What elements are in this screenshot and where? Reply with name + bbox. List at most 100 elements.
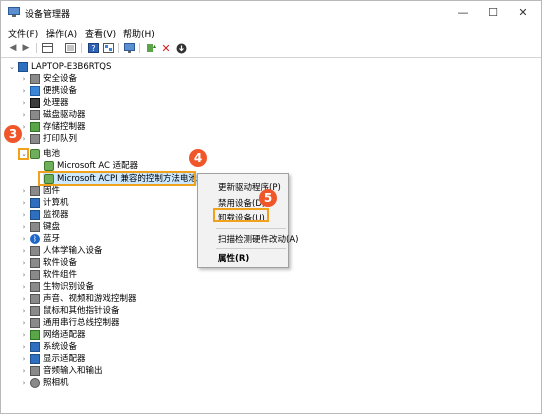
chevron-right-icon[interactable]: › — [19, 85, 29, 97]
tree-item[interactable]: › 照相机 — [19, 377, 69, 389]
menu-file[interactable]: 文件(F) — [8, 27, 38, 40]
chevron-right-icon[interactable]: › — [19, 97, 29, 109]
toolbar-separator — [118, 43, 119, 53]
update-driver-icon[interactable] — [145, 42, 157, 54]
tree-item[interactable]: › 软件组件 — [19, 269, 77, 281]
software-component-icon — [30, 270, 40, 280]
chevron-right-icon[interactable]: › — [19, 353, 29, 365]
tree-item[interactable]: › 通用串行总线控制器 — [19, 317, 120, 329]
chevron-right-icon[interactable]: › — [19, 245, 29, 257]
chevron-right-icon[interactable]: › — [19, 257, 29, 269]
menu-view[interactable]: 查看(V) — [85, 27, 116, 40]
tree-item[interactable]: › 鼠标和其他指针设备 — [19, 305, 120, 317]
tree-item-label: 声音、视频和游戏控制器 — [43, 294, 137, 304]
menu-separator — [216, 228, 286, 229]
download-icon[interactable] — [175, 42, 187, 54]
chevron-right-icon[interactable]: › — [19, 185, 29, 197]
tree-item[interactable]: › 存储控制器 — [19, 121, 86, 133]
tree-item[interactable]: › 计算机 — [19, 197, 69, 209]
toolbar-separator — [36, 43, 37, 53]
chevron-right-icon[interactable]: › — [19, 293, 29, 305]
computer-icon — [30, 198, 40, 208]
tree-item[interactable]: › 便携设备 — [19, 85, 77, 97]
tree-item[interactable]: › 软件设备 — [19, 257, 77, 269]
tree-item-label: 蓝牙 — [43, 234, 61, 244]
tree-item-label: 照相机 — [43, 378, 69, 388]
tree-item-label: 键盘 — [43, 222, 61, 232]
chevron-right-icon[interactable]: › — [19, 209, 29, 221]
tree-item-label: 固件 — [43, 186, 61, 196]
properties-icon[interactable] — [64, 42, 76, 54]
menu-help[interactable]: 帮助(H) — [123, 27, 155, 40]
chevron-right-icon[interactable]: › — [19, 233, 29, 245]
help-icon[interactable]: ? — [87, 42, 99, 54]
tree-item[interactable]: › 打印队列 — [19, 133, 77, 145]
tree-item-label: 打印队列 — [43, 134, 78, 144]
toolbar-separator — [81, 43, 82, 53]
tree-item[interactable]: › ᛒ 蓝牙 — [19, 233, 60, 245]
chevron-right-icon[interactable]: › — [19, 269, 29, 281]
tree-item[interactable]: › 固件 — [19, 185, 60, 197]
monitor-icon[interactable] — [123, 42, 135, 54]
speaker-icon — [30, 294, 40, 304]
tree-item-label: 便携设备 — [43, 86, 78, 96]
maximize-button[interactable]: ☐ — [486, 6, 500, 20]
tree-item[interactable]: › 系统设备 — [19, 341, 77, 353]
chevron-right-icon[interactable]: › — [19, 109, 29, 121]
tree-item[interactable]: › 磁盘驱动器 — [19, 109, 86, 121]
menu-action[interactable]: 操作(A) — [46, 27, 77, 40]
tree-item[interactable]: › 键盘 — [19, 221, 60, 233]
chevron-right-icon[interactable]: › — [19, 365, 29, 377]
bluetooth-icon: ᛒ — [30, 234, 40, 244]
battery-icon — [44, 161, 54, 171]
chevron-right-icon[interactable]: › — [19, 281, 29, 293]
back-icon[interactable]: ◀ — [7, 42, 19, 54]
mouse-icon — [30, 306, 40, 316]
acpi-battery-highlight — [38, 171, 196, 186]
tree-item-label: 通用串行总线控制器 — [43, 318, 120, 328]
minimize-button[interactable]: — — [456, 6, 470, 20]
tree-item[interactable]: › 生物识别设备 — [19, 281, 94, 293]
chevron-down-icon[interactable]: ⌄ — [7, 61, 17, 73]
tree-item-label: 系统设备 — [43, 342, 78, 352]
menu-scan-hardware[interactable]: 扫描检测硬件改动(A) — [218, 233, 298, 245]
tree-item-label: 存储控制器 — [43, 122, 86, 132]
network-adapter-icon — [30, 330, 40, 340]
svg-text:?: ? — [91, 44, 95, 53]
devices-icon[interactable] — [102, 42, 114, 54]
device-manager-window: 设备管理器 — ☐ ✕ 文件(F) 操作(A) 查看(V) 帮助(H) ◀ ▶ … — [0, 0, 542, 414]
camera-icon — [30, 378, 40, 388]
tree-item-label: 处理器 — [43, 98, 69, 108]
menu-properties[interactable]: 属性(R) — [218, 252, 249, 264]
tree-item[interactable]: › 声音、视频和游戏控制器 — [19, 293, 137, 305]
biometric-icon — [30, 282, 40, 292]
tree-root[interactable]: ⌄ LAPTOP-E3B6RTQS — [7, 61, 111, 73]
tree-item-label: 软件设备 — [43, 258, 78, 268]
chevron-right-icon[interactable]: › — [19, 73, 29, 85]
tree-item[interactable]: › 人体学输入设备 — [19, 245, 103, 257]
tree-item[interactable]: › 监视器 — [19, 209, 69, 221]
step-badge-5: 5 — [259, 189, 277, 207]
tree-item-label: 安全设备 — [43, 74, 78, 84]
tree-item[interactable]: › 处理器 — [19, 97, 69, 109]
chevron-right-icon[interactable]: › — [19, 197, 29, 209]
grid-icon[interactable] — [41, 42, 53, 54]
forward-icon[interactable]: ▶ — [20, 42, 32, 54]
tree-item[interactable]: › 网络适配器 — [19, 329, 86, 341]
tree-item[interactable]: › 安全设备 — [19, 73, 77, 85]
tree-item[interactable]: › 音频输入和输出 — [19, 365, 103, 377]
chevron-right-icon[interactable]: › — [19, 305, 29, 317]
chevron-right-icon[interactable]: › — [19, 317, 29, 329]
toolbar-separator — [139, 43, 140, 53]
close-button[interactable]: ✕ — [516, 6, 530, 20]
chevron-right-icon[interactable]: › — [19, 329, 29, 341]
title-bar: 设备管理器 — ☐ ✕ — [1, 1, 541, 25]
battery-icon — [30, 149, 40, 159]
chevron-right-icon[interactable]: › — [19, 377, 29, 389]
uninstall-icon[interactable]: ✕ — [160, 42, 172, 55]
chevron-right-icon[interactable]: › — [19, 221, 29, 233]
tree-item[interactable]: › 显示适配器 — [19, 353, 86, 365]
tree-root-label: LAPTOP-E3B6RTQS — [31, 62, 112, 72]
chevron-right-icon[interactable]: › — [19, 341, 29, 353]
step-badge-4: 4 — [189, 149, 207, 167]
